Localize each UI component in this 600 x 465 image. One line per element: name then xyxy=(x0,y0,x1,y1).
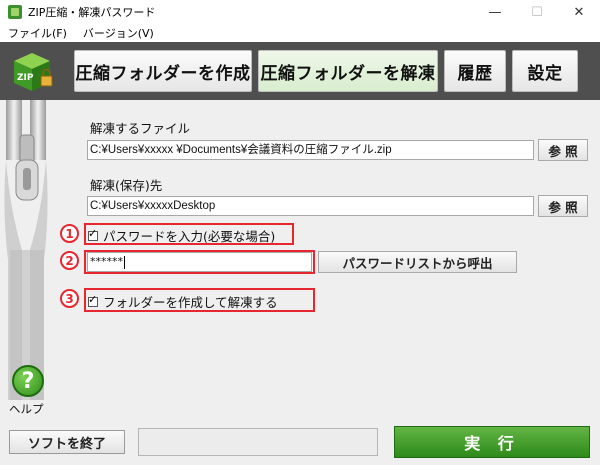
browse-source-button[interactable]: 参 照 xyxy=(538,139,588,161)
create-folder-check-row[interactable]: フォルダーを作成して解凍する xyxy=(88,292,278,311)
help-icon[interactable]: ? xyxy=(12,365,44,397)
zip-box-logo-icon: ZIP xyxy=(14,53,53,91)
extract-compressed-folder-button[interactable]: 圧縮フォルダーを解凍 xyxy=(258,50,438,92)
browse-destination-button[interactable]: 参 照 xyxy=(538,195,588,217)
marker-3: 3 xyxy=(60,289,79,308)
create-compressed-folder-button[interactable]: 圧縮フォルダーを作成 xyxy=(74,50,252,92)
maximize-button[interactable]: ☐ xyxy=(516,0,558,24)
close-button[interactable]: ✕ xyxy=(558,0,600,24)
destination-label: 解凍(保存)先 xyxy=(90,178,163,193)
menu-version[interactable]: バージョン(V) xyxy=(75,25,162,41)
minimize-button[interactable]: — xyxy=(474,0,516,24)
marker-2: 2 xyxy=(60,251,79,270)
zipper-decoration-icon xyxy=(4,100,48,400)
source-file-label: 解凍するファイル xyxy=(90,121,191,136)
main-panel: 解凍するファイル C:¥Users¥xxxxx ¥Documents¥会議資料の… xyxy=(0,100,600,465)
window-title: ZIP圧縮・解凍パスワード xyxy=(28,6,156,19)
history-button[interactable]: 履歴 xyxy=(444,50,506,92)
menu-file[interactable]: ファイル(F) xyxy=(0,25,75,41)
password-check-label: パスワードを入力(必要な場合) xyxy=(103,229,276,244)
password-list-button[interactable]: パスワードリストから呼出 xyxy=(318,251,517,273)
source-file-field[interactable]: C:¥Users¥xxxxx ¥Documents¥会議資料の圧縮ファイル.zi… xyxy=(87,140,534,160)
toolbar: ZIP 圧縮フォルダーを作成 圧縮フォルダーを解凍 履歴 設定 xyxy=(0,42,600,100)
password-input[interactable]: ****** xyxy=(87,252,312,272)
password-checkbox[interactable] xyxy=(88,227,98,241)
password-value: ****** xyxy=(90,255,123,268)
text-caret xyxy=(124,255,125,269)
marker-1: 1 xyxy=(60,224,79,243)
password-check-row[interactable]: パスワードを入力(必要な場合) xyxy=(88,226,275,245)
create-folder-label: フォルダーを作成して解凍する xyxy=(103,295,278,310)
create-folder-checkbox[interactable] xyxy=(88,293,98,307)
title-bar: ZIP圧縮・解凍パスワード — ☐ ✕ xyxy=(0,0,600,24)
status-box xyxy=(138,428,378,456)
window-controls: — ☐ ✕ xyxy=(474,0,600,24)
logo-text: ZIP xyxy=(17,73,34,83)
execute-button[interactable]: 実 行 xyxy=(394,426,590,458)
help-label[interactable]: ヘルプ xyxy=(9,401,44,417)
settings-button[interactable]: 設定 xyxy=(512,50,578,92)
destination-field[interactable]: C:¥Users¥xxxxxDesktop xyxy=(87,196,534,216)
menu-bar: ファイル(F) バージョン(V) xyxy=(0,24,600,42)
app-icon xyxy=(8,5,22,19)
exit-software-button[interactable]: ソフトを終了 xyxy=(9,430,125,454)
